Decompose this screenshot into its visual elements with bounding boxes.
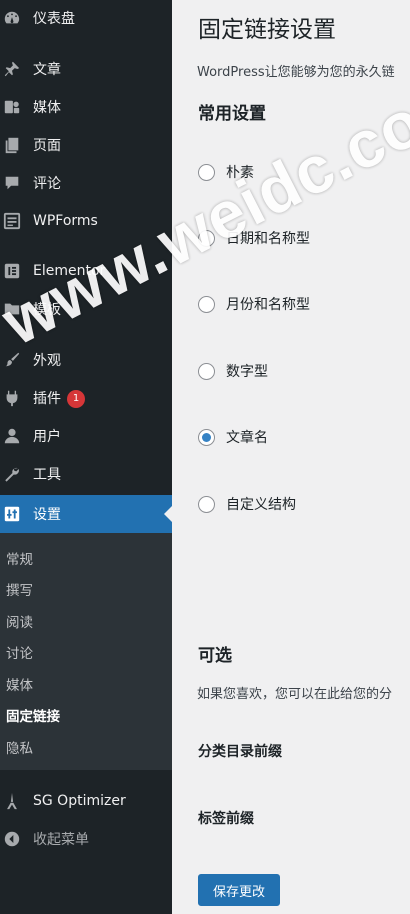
radio-button[interactable] [198,229,215,247]
radio-button[interactable] [198,495,215,513]
settings-submenu: 常规 撰写 阅读 讨论 媒体 固定链接 隐私 [0,533,172,770]
sidebar-item-elementor[interactable]: Elementor [0,253,172,289]
plugin-icon [2,388,22,408]
sg-optimizer-icon [2,791,22,811]
category-base-label: 分类目录前缀 [198,744,282,760]
common-settings-heading: 常用设置 [198,104,266,124]
sidebar-item-label: 文章 [33,62,61,78]
sidebar-item-appearance[interactable]: 外观 [0,342,172,378]
option-label: 朴素 [226,165,254,181]
collapse-icon [2,829,22,849]
sidebar-item-dashboard[interactable]: 仪表盘 [0,0,172,36]
radio-button-checked[interactable] [198,428,215,446]
optional-heading: 可选 [198,646,232,666]
option-label: 文章名 [226,430,268,446]
sidebar-item-label: 外观 [33,353,61,369]
option-label: 数字型 [226,364,268,380]
submenu-item-media[interactable]: 媒体 [6,674,33,694]
wrench-icon [2,464,22,484]
sidebar-item-settings[interactable]: 设置 [0,495,172,533]
sidebar-item-comments[interactable]: 评论 [0,165,172,201]
submenu-item-general[interactable]: 常规 [6,548,33,568]
save-changes-button[interactable]: 保存更改 [198,874,280,906]
radio-button[interactable] [198,163,215,181]
main-content: 固定链接设置 WordPress让您能够为您的永久链 常用设置 朴素 日期和名称… [172,0,410,914]
admin-sidebar: 仪表盘 文章 媒体 页面 评论 WPForms Elementor 模板 外观 … [0,0,172,914]
page-title: 固定链接设置 [198,17,336,43]
settings-icon [2,504,22,524]
radio-button[interactable] [198,362,215,380]
sidebar-item-label: 评论 [33,176,61,192]
collapse-menu-button[interactable]: 收起菜单 [0,821,172,857]
sidebar-item-users[interactable]: 用户 [0,418,172,454]
submenu-item-reading[interactable]: 阅读 [6,611,33,631]
update-count-badge: 1 [67,390,85,408]
sidebar-item-label: 用户 [33,429,61,445]
comment-icon [2,173,22,193]
sidebar-item-label: WPForms [33,213,98,229]
permalink-option-custom-structure[interactable]: 自定义结构 [198,494,296,514]
sidebar-item-sg-optimizer[interactable]: SG Optimizer [0,783,172,819]
radio-button[interactable] [198,295,215,313]
sidebar-item-plugins[interactable]: 插件 1 [0,380,172,416]
sidebar-item-label: 插件 [33,391,61,407]
option-label: 月份和名称型 [226,297,310,313]
sidebar-item-wpforms[interactable]: WPForms [0,203,172,239]
submenu-item-privacy[interactable]: 隐私 [6,737,33,757]
sidebar-item-label-wrap: 插件 1 [33,388,85,408]
elementor-icon [2,261,22,281]
user-icon [2,426,22,446]
permalink-option-post-name[interactable]: 文章名 [198,427,268,447]
sidebar-item-media[interactable]: 媒体 [0,89,172,125]
brush-icon [2,350,22,370]
sidebar-item-label: Elementor [33,263,106,279]
sidebar-item-label: 仪表盘 [33,11,75,27]
submenu-item-writing[interactable]: 撰写 [6,579,33,599]
folder-icon [2,299,22,319]
sidebar-item-label: 收起菜单 [33,832,89,848]
tag-base-label: 标签前缀 [198,811,254,827]
active-indicator-arrow [164,506,172,522]
option-label: 自定义结构 [226,497,296,513]
permalink-option-day-name[interactable]: 日期和名称型 [198,228,310,248]
sidebar-item-label: 页面 [33,138,61,154]
permalink-option-plain[interactable]: 朴素 [198,162,254,182]
dashboard-icon [2,8,22,28]
sidebar-item-label: SG Optimizer [33,793,126,809]
sidebar-item-posts[interactable]: 文章 [0,51,172,87]
submenu-item-discussion[interactable]: 讨论 [6,642,33,662]
pin-icon [2,59,22,79]
sidebar-item-label: 工具 [33,467,61,483]
permalink-option-numeric[interactable]: 数字型 [198,361,268,381]
sidebar-item-label: 设置 [33,507,61,523]
forms-icon [2,211,22,231]
sidebar-item-templates[interactable]: 模板 [0,291,172,327]
sidebar-item-tools[interactable]: 工具 [0,456,172,492]
media-icon [2,97,22,117]
permalink-option-month-name[interactable]: 月份和名称型 [198,294,310,314]
option-label: 日期和名称型 [226,231,310,247]
sidebar-item-label: 模板 [33,302,61,318]
intro-text: WordPress让您能够为您的永久链 [197,65,395,80]
sidebar-item-pages[interactable]: 页面 [0,127,172,163]
submenu-item-permalinks[interactable]: 固定链接 [6,705,60,725]
optional-description: 如果您喜欢，您可以在此给您的分 [197,687,393,702]
page-icon [2,135,22,155]
sidebar-item-label: 媒体 [33,100,61,116]
